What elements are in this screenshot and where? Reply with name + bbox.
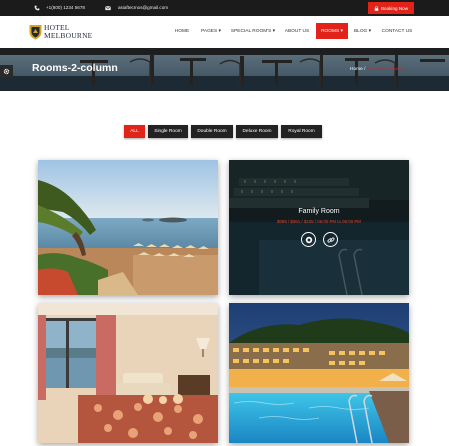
room-name: Family Room <box>298 208 340 215</box>
breadcrumb-home[interactable]: Home <box>350 67 363 72</box>
hotel-logo[interactable]: HOTEL MELBOURNE <box>29 24 107 41</box>
booking-now-button[interactable]: Booking Now <box>368 2 414 14</box>
nav-special-rooms[interactable]: SPECIAL ROOM'S ▾ <box>228 23 278 39</box>
nav-pages[interactable]: PAGES ▾ <box>196 23 226 39</box>
filter-double-room[interactable]: Double Room <box>191 125 233 138</box>
page-banner: Rooms-2-column Home / Rooms-2-column <box>0 48 449 91</box>
room-card[interactable] <box>229 303 409 443</box>
filter-deluxe-room[interactable]: Deluxe Room <box>236 125 278 138</box>
topbar-email[interactable]: asiaftecmos@gmail.com <box>118 5 168 10</box>
nav-contact-us[interactable]: CONTACT US <box>378 23 416 39</box>
room-price-time: $089 / $081 / $105 / 06:00 PM to 06:00 P… <box>277 219 361 224</box>
room-link-button[interactable] <box>323 232 338 247</box>
nav-home[interactable]: HOME <box>170 23 194 39</box>
link-icon <box>327 236 334 243</box>
nav-about-us[interactable]: ABOUT US <box>281 23 313 39</box>
filter-single-room[interactable]: Single Room <box>148 125 188 138</box>
room-card[interactable] <box>38 160 218 295</box>
page-title: Rooms-2-column <box>32 62 118 74</box>
filter-royal-room[interactable]: Royal Room <box>281 125 322 138</box>
filter-all[interactable]: ALL <box>124 125 145 138</box>
lock-icon <box>374 5 379 11</box>
breadcrumb: Home / Rooms-2-column <box>350 67 403 72</box>
view-room-button[interactable] <box>301 232 316 247</box>
eye-icon <box>305 236 312 243</box>
room-photo-pool <box>229 303 409 443</box>
nav-blog[interactable]: BLOG ▾ <box>350 23 375 39</box>
booking-now-label: Booking Now <box>380 5 409 11</box>
phone-icon <box>33 3 40 12</box>
room-card-actions <box>299 232 341 248</box>
top-bar: +1(800) 1234 5678 asiaftecmos@gmail.com … <box>0 0 449 16</box>
breadcrumb-current: Rooms-2-column <box>366 67 404 72</box>
logo-crest-icon <box>29 25 42 40</box>
topbar-phone: +1(800) 1234 5678 <box>46 5 85 10</box>
room-card[interactable] <box>38 303 218 443</box>
gear-icon <box>3 68 10 75</box>
nav-rooms[interactable]: ROOMS ▾ <box>316 23 348 39</box>
settings-toggle[interactable] <box>0 65 13 78</box>
room-photo-bedroom <box>38 303 218 443</box>
logo-text: HOTEL MELBOURNE <box>44 24 92 40</box>
room-photo-beach <box>38 160 218 295</box>
envelope-icon <box>104 3 111 12</box>
breadcrumb-separator: / <box>364 67 366 72</box>
site-header: HOTEL MELBOURNE HOME PAGES ▾ SPECIAL ROO… <box>0 16 449 48</box>
room-card-overlay <box>229 160 409 295</box>
room-card-family[interactable]: Family Room $089 / $081 / $105 / 06:00 P… <box>229 160 409 295</box>
logo-line-2: MELBOURNE <box>44 31 93 40</box>
